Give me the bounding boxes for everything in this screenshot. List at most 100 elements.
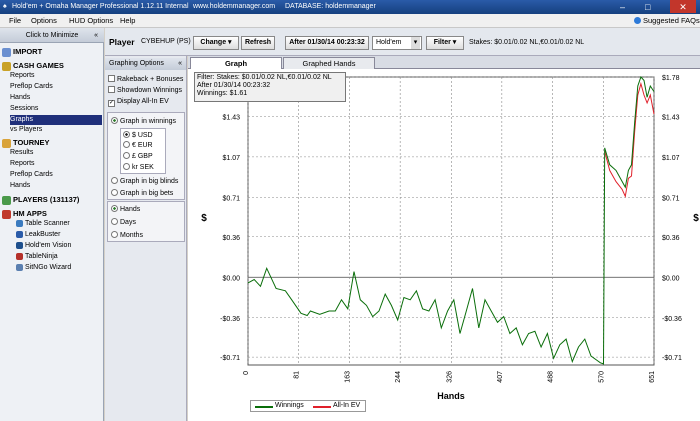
- x-tick-label: 326: [446, 371, 453, 383]
- currency-label: £ GBP: [132, 153, 153, 160]
- sidebar-tourney[interactable]: TOURNEY: [2, 137, 50, 148]
- y-tick-label-right: $1.43: [662, 114, 680, 121]
- sidebar-item-reports[interactable]: Reports: [10, 71, 35, 81]
- graph-winnings-radio[interactable]: Graph in winnings: [111, 117, 176, 126]
- checkbox-icon: [108, 75, 115, 82]
- filter-label: Filter: [433, 39, 451, 46]
- graphing-options-header[interactable]: Graphing Options «: [105, 58, 186, 70]
- y-tick-label-right: $1.07: [662, 155, 680, 162]
- minimize-window-icon[interactable]: ‒: [620, 0, 625, 14]
- showdown-checkbox[interactable]: Showdown Winnings: [108, 86, 182, 95]
- database-label: DATABASE: holdemmanager: [285, 3, 376, 10]
- menu-file[interactable]: File: [9, 14, 21, 28]
- close-window-icon[interactable]: ✕: [670, 0, 696, 13]
- hm-apps-icon: [2, 209, 11, 219]
- showdown-label: Showdown Winnings: [117, 87, 182, 94]
- sidebar-app-tableninja[interactable]: TableNinja: [16, 252, 58, 262]
- change-player-button[interactable]: Change ▾: [193, 36, 239, 50]
- filter-button[interactable]: Filter ▾: [426, 36, 464, 50]
- sidebar-item-tourney-hands[interactable]: Hands: [10, 181, 30, 191]
- menu-hud-options[interactable]: HUD Options: [69, 14, 113, 28]
- sidebar-item-tourney-reports[interactable]: Reports: [10, 159, 35, 169]
- suggested-faqs-link[interactable]: Suggested FAQs: [643, 14, 700, 28]
- app-label: Hold'em Vision: [25, 242, 72, 249]
- radio-selected-icon: [111, 205, 118, 212]
- currency-sek-radio[interactable]: kr SEK: [123, 163, 154, 172]
- sidebar-players[interactable]: PLAYERS (131137): [2, 194, 79, 205]
- radio-selected-icon: [111, 117, 118, 124]
- chevron-down-icon: ▾: [228, 39, 232, 46]
- menu-help[interactable]: Help: [120, 14, 135, 28]
- website-link[interactable]: www.holdemmanager.com: [193, 0, 275, 14]
- graphing-options-panel: Graphing Options « Rakeback + Bonuses Sho…: [105, 56, 187, 421]
- checkmark-icon: ✓: [108, 100, 115, 107]
- game-type-select[interactable]: Hold'em ▾: [372, 36, 422, 50]
- currency-group: $ USD € EUR £ GBP kr SEK: [120, 128, 166, 174]
- y-tick-label-right: $0.36: [662, 235, 680, 242]
- tab-graphed-hands[interactable]: Graphed Hands: [283, 57, 375, 69]
- currency-gbp-radio[interactable]: £ GBP: [123, 152, 153, 161]
- sidebar-tourney-label: TOURNEY: [13, 138, 50, 147]
- sidebar-item-vs-players[interactable]: vs Players: [10, 125, 42, 135]
- x-tick-label: 0: [243, 371, 250, 375]
- graph-big-bets-radio[interactable]: Graph in big bets: [111, 189, 173, 198]
- graph-big-blinds-radio[interactable]: Graph in big blinds: [111, 177, 178, 186]
- app-label: SitNGo Wizard: [25, 264, 72, 271]
- x-tick-label: 81: [294, 371, 301, 379]
- x-axis-label: Hands: [437, 391, 465, 401]
- sidebar-app-table-scanner[interactable]: Table Scanner: [16, 219, 70, 229]
- graph-info-box: Filter: Stakes: $0.01/0.02 NL,€0.01/0.02…: [194, 72, 346, 102]
- sidebar-item-hands[interactable]: Hands: [10, 93, 30, 103]
- sidebar-app-sitngo-wizard[interactable]: SitNGo Wizard: [16, 263, 71, 273]
- rakeback-checkbox[interactable]: Rakeback + Bonuses: [108, 75, 183, 84]
- x-tick-label: 488: [547, 371, 554, 383]
- y-tick-label-right: $1.78: [662, 75, 680, 82]
- sidebar-item-sessions[interactable]: Sessions: [10, 104, 38, 114]
- title-bar: ♠ Hold'em + Omaha Manager Professional 1…: [0, 0, 700, 14]
- minimize-sidebar-button[interactable]: Click to Minimize «: [0, 28, 104, 43]
- refresh-button[interactable]: Refresh: [241, 36, 275, 50]
- radio-icon: [111, 189, 118, 196]
- date-filter-button[interactable]: After 01/30/14 00:23:32: [285, 36, 369, 50]
- radio-selected-icon: [123, 131, 130, 138]
- graph-big-bets-label: Graph in big bets: [120, 190, 174, 197]
- x-tick-label: 570: [598, 371, 605, 383]
- sidebar-item-tourney-preflop[interactable]: Preflop Cards: [10, 170, 53, 180]
- chart-legend: Winnings All-In EV: [250, 400, 366, 412]
- sidebar-import[interactable]: IMPORT: [2, 46, 42, 57]
- game-type-value: Hold'em: [376, 39, 402, 46]
- graph-winnings-label: Graph in winnings: [120, 118, 177, 125]
- faq-icon: [634, 17, 641, 24]
- sitngo-wizard-icon: [16, 263, 23, 271]
- x-mode-label: Hands: [120, 206, 141, 213]
- x-tick-label: 407: [497, 371, 504, 383]
- sidebar-app-holdem-vision[interactable]: Hold'em Vision: [16, 241, 71, 251]
- graph-big-blinds-label: Graph in big blinds: [120, 178, 179, 185]
- y-tick-label-right: $0.71: [662, 195, 680, 202]
- app-label: LeakBuster: [25, 231, 61, 238]
- sidebar-item-results[interactable]: Results: [10, 148, 33, 158]
- sidebar-hm-apps[interactable]: HM APPS: [2, 208, 47, 219]
- legend-allin-ev-swatch: [313, 406, 331, 408]
- sidebar-item-graphs[interactable]: Graphs: [10, 115, 102, 125]
- holdem-vision-icon: [16, 241, 23, 249]
- radio-icon: [123, 152, 130, 159]
- sidebar-app-leakbuster[interactable]: LeakBuster: [16, 230, 60, 240]
- allin-ev-checkbox[interactable]: ✓ Display All-In EV: [108, 97, 169, 107]
- maximize-window-icon[interactable]: □: [645, 0, 650, 14]
- allin-ev-label: Display All-In EV: [117, 98, 169, 105]
- x-mode-months-radio[interactable]: Months: [111, 231, 143, 240]
- menu-options[interactable]: Options: [31, 14, 57, 28]
- sidebar-players-label: PLAYERS (131137): [13, 195, 80, 204]
- y-axis-label-right: $: [693, 213, 699, 224]
- x-tick-label: 163: [345, 371, 352, 383]
- x-mode-days-radio[interactable]: Days: [111, 218, 136, 227]
- app-label: Table Scanner: [25, 220, 70, 227]
- sidebar-cash-games[interactable]: CASH GAMES: [2, 60, 64, 71]
- x-mode-hands-radio[interactable]: Hands: [111, 205, 140, 214]
- currency-usd-radio[interactable]: $ USD: [123, 131, 153, 140]
- sidebar-import-label: IMPORT: [13, 47, 43, 56]
- currency-eur-radio[interactable]: € EUR: [123, 141, 153, 150]
- sidebar-item-preflop-cards[interactable]: Preflop Cards: [10, 82, 53, 92]
- tab-graph[interactable]: Graph: [190, 57, 282, 69]
